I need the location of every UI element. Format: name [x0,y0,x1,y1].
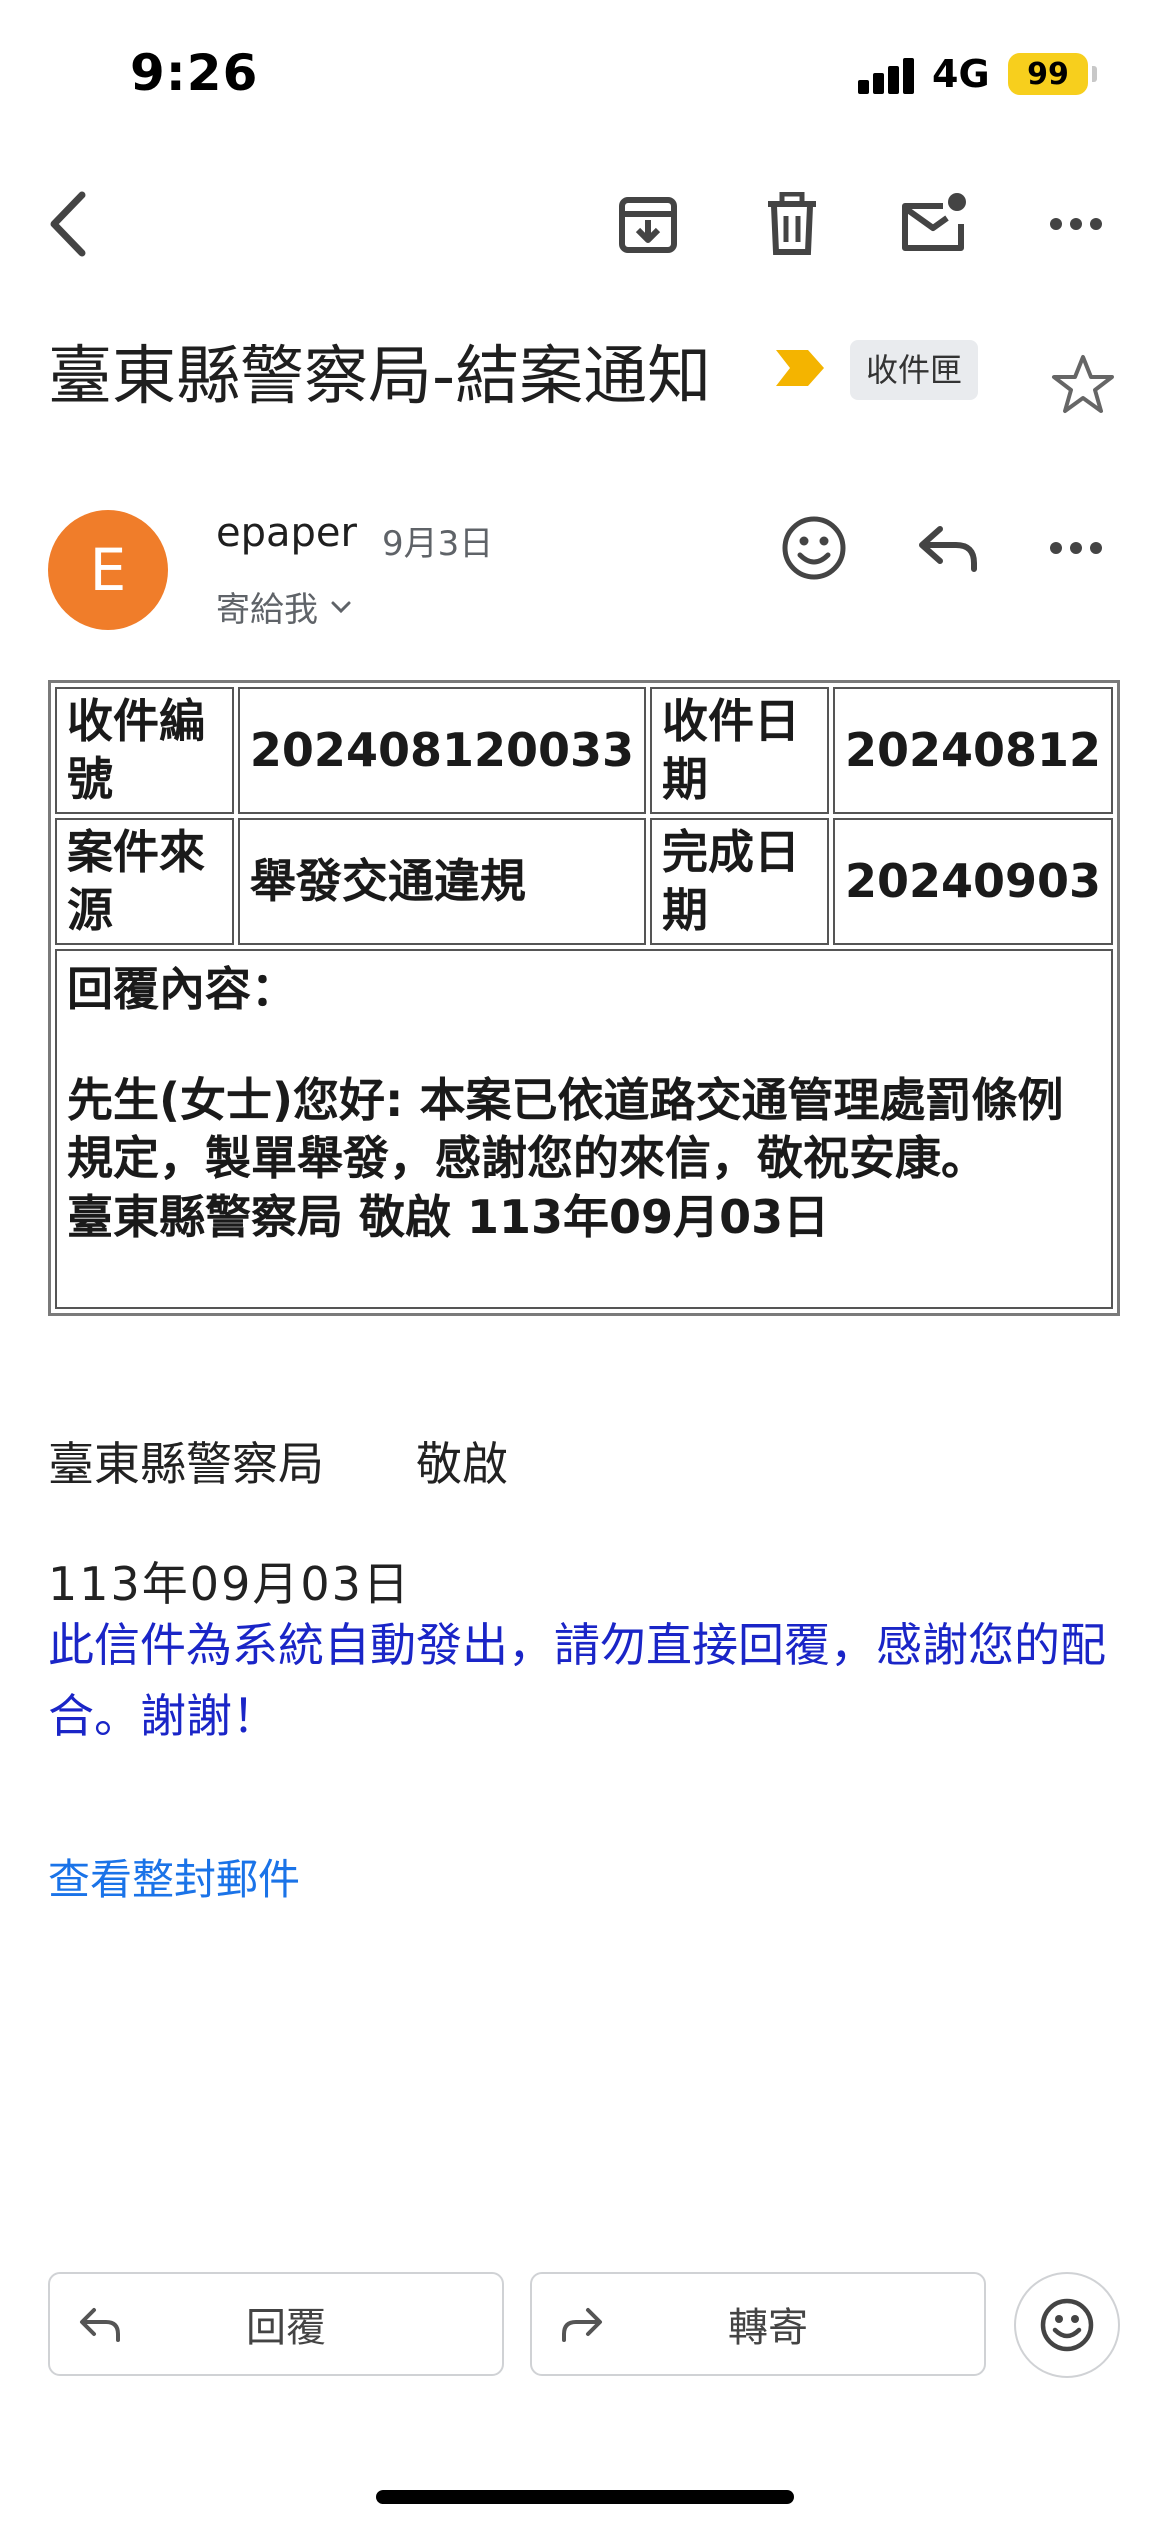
forward-button[interactable]: 轉寄 [530,2272,986,2376]
case-source-label: 案件來源 [55,818,234,945]
forward-icon [562,2308,602,2342]
signature-line: 臺東縣警察局 敬啟 [48,1437,508,1491]
case-source-value: 舉發交通違規 [237,818,647,945]
battery-level: 99 [1027,56,1069,92]
cellular-signal-icon [858,58,918,94]
star-icon[interactable] [1050,352,1116,418]
emoji-reaction-button[interactable] [1014,2272,1120,2378]
archive-icon[interactable] [608,184,688,264]
table-row: 收件編號 202408120033 收件日期 20240812 [55,687,1113,814]
case-number-value: 202408120033 [237,687,647,814]
sender-name[interactable]: epaper [216,510,357,556]
battery-icon: 99 [1008,53,1088,95]
more-horizontal-icon[interactable] [1036,184,1116,264]
case-number-label: 收件編號 [55,687,234,814]
network-type: 4G [932,52,990,96]
received-date-label: 收件日期 [650,687,829,814]
mark-unread-icon[interactable] [894,184,974,264]
recipient-label: 寄給我 [216,590,318,630]
chevron-down-icon [331,601,351,613]
reply-content-body: 先生(女士)您好: 本案已依道路交通管理處罰條例規定，製單舉發，感謝您的來信，敬… [67,1072,1064,1186]
reply-icon[interactable] [908,508,988,588]
status-bar: 9:26 4G 99 [0,0,1170,150]
email-subject: 臺東縣警察局-結案通知 [48,340,712,414]
trash-icon[interactable] [752,184,832,264]
status-time: 9:26 [130,44,259,102]
table-row: 回覆內容： 先生(女士)您好: 本案已依道路交通管理處罰條例規定，製單舉發，感謝… [55,949,1113,1310]
important-marker-icon[interactable] [772,348,828,388]
completion-date-label: 完成日期 [650,818,829,945]
reply-signature: 臺東縣警察局 敬啟 113年09月03日 [67,1190,830,1245]
avatar[interactable]: E [48,510,168,630]
recipient-details[interactable]: 寄給我 [216,582,352,631]
email-toolbar [0,170,1170,280]
auto-send-notice: 此信件為系統自動發出，請勿直接回覆，感謝您的配合。謝謝！ [48,1618,1106,1744]
add-reaction-emoji-icon[interactable] [774,508,854,588]
table-row: 案件來源 舉發交通違規 完成日期 20240903 [55,818,1113,945]
inbox-label-chip[interactable]: 收件匣 [850,340,979,400]
more-horizontal-icon[interactable] [1036,508,1116,588]
completion-date-value: 20240903 [832,818,1113,945]
reply-content-label: 回覆內容： [67,962,297,1016]
reply-icon [80,2308,120,2342]
view-entire-message-link[interactable]: 查看整封郵件 [48,1846,300,1907]
reply-content-cell: 回覆內容： 先生(女士)您好: 本案已依道路交通管理處罰條例規定，製單舉發，感謝… [55,949,1113,1310]
emoji-icon [1040,2298,1094,2352]
back-arrow-icon[interactable] [28,184,108,264]
received-date-value: 20240812 [832,687,1113,814]
email-date: 9月3日 [382,524,494,564]
battery-tip [1092,66,1097,82]
case-info-table: 收件編號 202408120033 收件日期 20240812 案件來源 舉發交… [48,680,1120,1317]
home-indicator[interactable] [376,2490,794,2504]
signature-date: 113年09月03日 [48,1557,411,1611]
reply-button[interactable]: 回覆 [48,2272,504,2376]
